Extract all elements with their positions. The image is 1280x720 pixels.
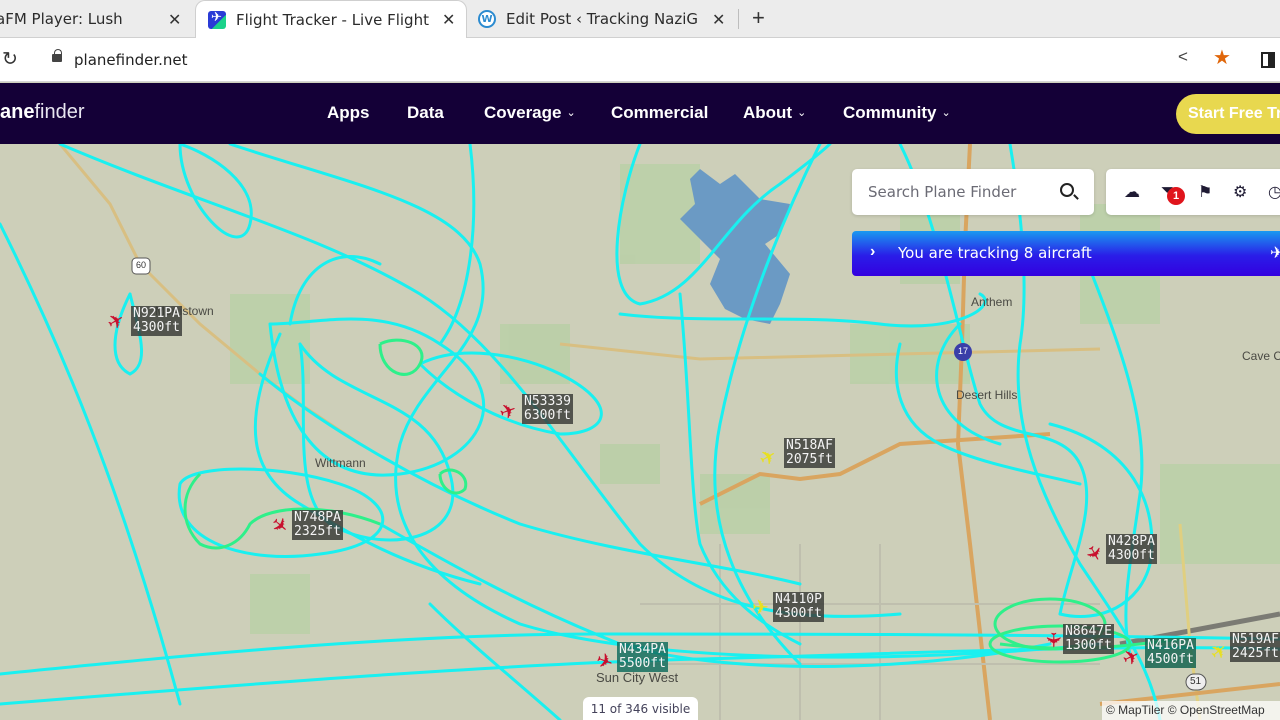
visible-aircraft-count: 11 of 346 visible [583, 697, 698, 720]
search-box [852, 169, 1094, 215]
callsign: N748PA [294, 510, 341, 525]
aircraft-label[interactable]: N4110P 4300ft [773, 592, 824, 622]
altitude: 6300ft [524, 408, 571, 423]
aircraft-label[interactable]: N748PA 2325ft [292, 510, 343, 540]
callsign: N416PA [1147, 638, 1194, 653]
map-tools-panel: ☁ ⏷ ⚑ ⚙ ◷ [1106, 169, 1280, 215]
tab-title: Flight Tracker - Live Flight [236, 10, 429, 29]
tracking-text: You are tracking 8 aircraft [898, 244, 1092, 262]
nav-label: Community [843, 103, 937, 122]
close-tab-icon[interactable]: ✕ [168, 10, 181, 29]
aircraft-label[interactable]: N921PA 4300ft [131, 306, 182, 336]
altitude: 4500ft [1147, 652, 1194, 667]
chevron-down-icon: ⌄ [797, 107, 807, 119]
filter-count-badge: 1 [1167, 187, 1185, 205]
callsign: N428PA [1108, 534, 1155, 549]
altitude: 4300ft [1108, 548, 1155, 563]
map-attribution[interactable]: © MapTiler © OpenStreetMap [1102, 701, 1280, 720]
nav-label: Data [407, 103, 444, 122]
nav-apps[interactable]: Apps [327, 103, 370, 123]
new-tab-button[interactable]: + [752, 5, 765, 31]
callsign: N921PA [133, 306, 180, 321]
nav-about[interactable]: About ⌄ [743, 103, 806, 123]
nav-label: Apps [327, 103, 370, 122]
callsign: N518AF [786, 438, 833, 453]
close-tab-icon[interactable]: ✕ [442, 10, 455, 29]
lock-icon[interactable] [52, 49, 62, 62]
callsign: N8647E [1065, 624, 1112, 639]
browser-toolbar: ↻ planefinder.net < ★ [0, 38, 1280, 82]
start-free-trial-button[interactable]: Start Free Trial [1176, 94, 1280, 134]
tab-title: aFM Player: Lush [0, 10, 123, 28]
nav-label: Coverage [484, 103, 562, 122]
planefinder-logo[interactable]: anefinder [0, 101, 85, 124]
highway-shield-label: 60 [136, 260, 147, 270]
tab-separator [738, 9, 739, 29]
altitude: 2325ft [294, 524, 341, 539]
nav-label: About [743, 103, 793, 122]
chevron-down-icon: ⌄ [941, 107, 951, 119]
highway-shield-label: 51 [1190, 676, 1202, 687]
browser-tab-strip: aFM Player: Lush ✕ Flight Tracker - Live… [0, 0, 1280, 38]
share-icon[interactable]: < [1178, 47, 1188, 67]
url-text[interactable]: planefinder.net [74, 51, 188, 69]
place-label: Wittmann [315, 456, 366, 470]
logo-bold: ane [0, 101, 35, 123]
bookmark-icon[interactable]: ⚑ [1198, 182, 1212, 202]
tab-flight-tracker[interactable]: Flight Tracker - Live Flight ✕ [195, 0, 467, 38]
planefinder-icon [208, 10, 226, 29]
altitude: 4300ft [775, 606, 822, 621]
tab-edit-post[interactable]: W Edit Post ‹ Tracking NaziG ✕ [478, 0, 736, 38]
highway-shield-label: 17 [958, 346, 969, 356]
side-panel-icon[interactable] [1261, 52, 1275, 68]
low-altitude-tracks [183, 338, 1181, 664]
altitude: 5500ft [619, 656, 666, 671]
callsign: N519AF [1232, 632, 1279, 647]
nav-data[interactable]: Data [407, 103, 444, 123]
place-label: Anthem [971, 295, 1013, 309]
aircraft-label[interactable]: N428PA 4300ft [1106, 534, 1157, 564]
search-icon[interactable] [1060, 183, 1074, 197]
site-header: anefinder Apps Data Coverage ⌄ Commercial… [0, 83, 1280, 144]
altitude: 2425ft [1232, 646, 1279, 661]
aircraft-label[interactable]: N519AF 2425ft [1230, 632, 1280, 662]
callsign: N434PA [619, 642, 666, 657]
altitude: 2075ft [786, 452, 833, 467]
nav-community[interactable]: Community ⌄ [843, 103, 951, 123]
callsign: N53339 [524, 394, 571, 409]
tracking-banner[interactable]: › You are tracking 8 aircraft ✈ [852, 231, 1280, 276]
aircraft-label[interactable]: N434PA 5500ft [617, 642, 668, 672]
logo-light: finder [34, 101, 85, 123]
aircraft-label[interactable]: N416PA 4500ft [1145, 638, 1196, 668]
nav-label: Commercial [611, 103, 709, 122]
tab-lush-player[interactable]: aFM Player: Lush ✕ [0, 0, 190, 38]
chevron-down-icon: ⌄ [566, 107, 576, 119]
airplane-icon: ✈ [1270, 245, 1280, 262]
search-input[interactable] [868, 181, 1058, 203]
bookmark-star-icon[interactable]: ★ [1213, 45, 1231, 70]
tab-title: Edit Post ‹ Tracking NaziG [506, 10, 699, 28]
altitude: 4300ft [133, 320, 180, 335]
callsign: N4110P [775, 592, 822, 607]
aircraft-label[interactable]: N518AF 2075ft [784, 438, 835, 468]
aircraft-label[interactable]: N8647E 1300ft [1063, 624, 1114, 654]
aircraft-label[interactable]: N53339 6300ft [522, 394, 573, 424]
place-label: Cave Creek [1242, 349, 1280, 363]
settings-icon[interactable]: ⚙ [1233, 182, 1247, 202]
airplane-icon[interactable]: ✈ [1041, 632, 1063, 649]
wordpress-icon: W [478, 10, 496, 28]
chevron-right-icon: › [870, 243, 876, 260]
weather-icon[interactable]: ☁ [1124, 182, 1140, 202]
airplane-icon[interactable]: ✈ [752, 598, 769, 618]
nav-commercial[interactable]: Commercial [611, 103, 708, 123]
close-tab-icon[interactable]: ✕ [712, 10, 725, 29]
place-label: Desert Hills [956, 388, 1018, 402]
history-icon[interactable]: ◷ [1268, 182, 1280, 202]
address-bar[interactable]: planefinder.net [28, 42, 1248, 78]
nav-coverage[interactable]: Coverage ⌄ [484, 103, 576, 123]
reload-icon[interactable]: ↻ [2, 48, 18, 71]
altitude: 1300ft [1065, 638, 1112, 653]
